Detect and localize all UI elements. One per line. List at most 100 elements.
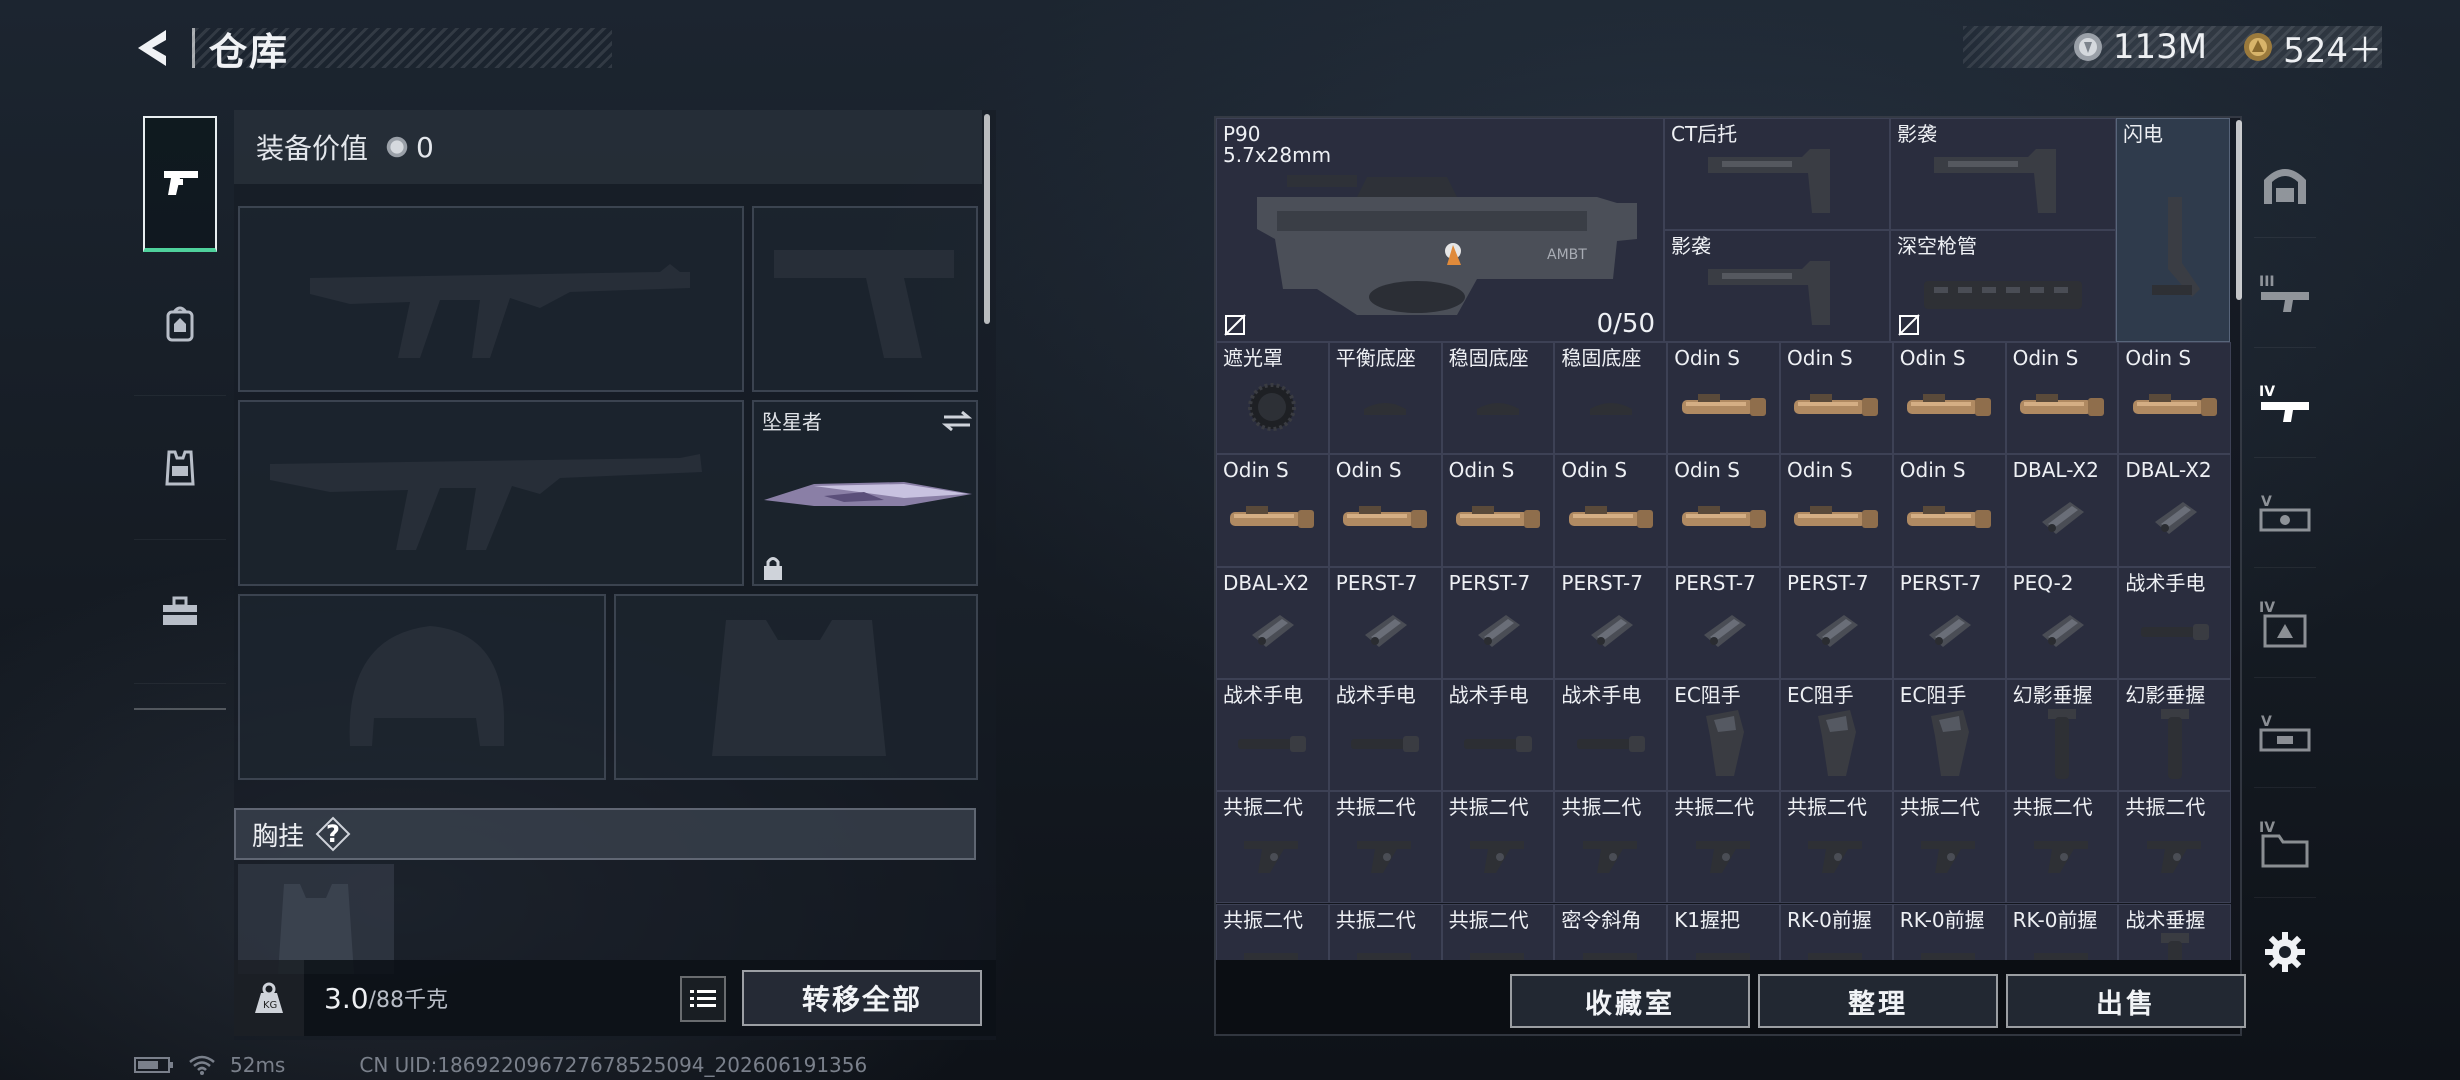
- attachment-item[interactable]: 共振二代: [1441, 791, 1555, 904]
- storage-scrollbar[interactable]: [2236, 120, 2242, 300]
- melee-slot[interactable]: 坠星者: [752, 400, 978, 586]
- attachment-item[interactable]: DBAL-X2: [2118, 454, 2232, 567]
- attachment-item[interactable]: 稳固底座: [1554, 342, 1668, 455]
- attachment-item[interactable]: 闪电: [2116, 118, 2230, 342]
- attachment-item[interactable]: 影袭: [1890, 118, 2116, 230]
- weight-bar: KG 3.0 /88千克 转移全部: [234, 960, 996, 1036]
- odin-light-icon: [1907, 393, 1992, 416]
- transfer-all-button[interactable]: 转移全部: [742, 970, 982, 1026]
- attachment-item[interactable]: 幻影垂握: [2118, 678, 2232, 792]
- filter-folder-tier-4[interactable]: IV: [2254, 788, 2316, 898]
- secondary-weapon-slot[interactable]: [752, 206, 978, 392]
- vest-icon: [165, 450, 195, 485]
- weapon-item-p90[interactable]: P90 5.7x28mm AMBT 0/50: [1216, 118, 1664, 342]
- attachment-item[interactable]: RK-0前握: [1780, 903, 1893, 960]
- storage-grid: P90 5.7x28mm AMBT 0/50 CT后托 影袭 闪电 影袭 深空枪管 遮光…: [1216, 118, 2232, 960]
- attachment-item[interactable]: 共振二代: [1554, 791, 1668, 904]
- attachment-item[interactable]: PERST-7: [1780, 566, 1893, 679]
- attachment-item[interactable]: 遮光罩: [1216, 342, 1329, 455]
- attachment-item[interactable]: PERST-7: [1441, 566, 1555, 679]
- attachment-item[interactable]: 平衡底座: [1328, 342, 1442, 455]
- category-vest[interactable]: [134, 396, 226, 540]
- attachment-item[interactable]: 共振二代: [2118, 791, 2232, 904]
- attachment-item[interactable]: 幻影垂握: [2005, 678, 2119, 792]
- angled-grip-icon: [1808, 953, 1863, 960]
- category-weapons[interactable]: [143, 116, 217, 252]
- attachment-item[interactable]: 战术手电: [1216, 678, 1329, 792]
- attachment-item[interactable]: Odin S: [1667, 342, 1780, 455]
- chest-rig-slot[interactable]: [238, 864, 394, 974]
- attachment-item[interactable]: EC阻手: [1667, 678, 1780, 792]
- item-name: 影袭: [1671, 234, 1711, 258]
- attachment-item[interactable]: 共振二代: [1216, 903, 1329, 960]
- category-toolbox[interactable]: [134, 540, 226, 684]
- filter-armor-tier-4[interactable]: IV: [2254, 568, 2316, 678]
- filter-weapon-tier-4[interactable]: IV: [2254, 348, 2316, 458]
- secondary-primary-slot[interactable]: [238, 400, 744, 586]
- attachment-item[interactable]: K1握把: [1667, 903, 1780, 960]
- armor-slot[interactable]: [614, 594, 978, 780]
- attachment-item[interactable]: 共振二代: [1780, 791, 1893, 904]
- attachment-item[interactable]: EC阻手: [1780, 678, 1893, 792]
- attachment-item[interactable]: Odin S: [1216, 454, 1329, 567]
- item-name: PERST-7: [1674, 570, 1756, 595]
- attachment-item[interactable]: 共振二代: [1328, 903, 1442, 960]
- attachment-item[interactable]: 稳固底座: [1441, 342, 1555, 455]
- attachment-item[interactable]: Odin S: [1892, 342, 2006, 455]
- attachment-item[interactable]: 深空枪管: [1890, 230, 2116, 342]
- attachment-item[interactable]: 影袭: [1664, 230, 1890, 342]
- attachment-item[interactable]: Odin S: [2005, 342, 2119, 455]
- attachment-item[interactable]: Odin S: [1554, 454, 1668, 567]
- attachment-item[interactable]: 密令斜角: [1554, 903, 1668, 960]
- attachment-item[interactable]: 战术手电: [2118, 566, 2232, 679]
- attachment-item[interactable]: Odin S: [1441, 454, 1555, 567]
- list-view-button[interactable]: [680, 976, 726, 1022]
- help-icon[interactable]: ?: [314, 815, 352, 853]
- helmet-slot[interactable]: [238, 594, 606, 780]
- attachment-item[interactable]: 共振二代: [1328, 791, 1442, 904]
- collection-button[interactable]: 收藏室: [1510, 974, 1750, 1028]
- attachment-item[interactable]: DBAL-X2: [2005, 454, 2119, 567]
- gold-amount: 524＋: [2283, 30, 2382, 71]
- attachment-item[interactable]: PERST-7: [1328, 566, 1442, 679]
- attachment-item[interactable]: PERST-7: [1667, 566, 1780, 679]
- primary-weapon-slot[interactable]: [238, 206, 744, 392]
- back-button[interactable]: [130, 24, 178, 72]
- attachment-item[interactable]: Odin S: [2118, 342, 2232, 455]
- organize-button[interactable]: 整理: [1758, 974, 1998, 1028]
- laser-module-icon: [1703, 614, 1746, 647]
- attachment-item[interactable]: 战术手电: [1441, 678, 1555, 792]
- attachment-item[interactable]: 共振二代: [1441, 903, 1555, 960]
- attachment-item[interactable]: Odin S: [1892, 454, 2006, 567]
- attachment-item[interactable]: Odin S: [1328, 454, 1442, 567]
- attachment-item[interactable]: 战术手电: [1328, 678, 1442, 792]
- attachment-item[interactable]: 共振二代: [2005, 791, 2119, 904]
- settings-button[interactable]: [2254, 920, 2316, 984]
- attachment-item[interactable]: 战术手电: [1554, 678, 1668, 792]
- attachment-item[interactable]: 共振二代: [1892, 791, 2006, 904]
- attachment-item[interactable]: 共振二代: [1667, 791, 1780, 904]
- sell-button[interactable]: 出售: [2006, 974, 2246, 1028]
- attachment-item[interactable]: PERST-7: [1554, 566, 1668, 679]
- angled-grip-icon: [1695, 953, 1750, 960]
- filter-attachment-tier-5[interactable]: V: [2254, 458, 2316, 568]
- attachment-item[interactable]: RK-0前握: [1892, 903, 2006, 960]
- attachment-item[interactable]: DBAL-X2: [1216, 566, 1329, 679]
- attachment-item[interactable]: RK-0前握: [2005, 903, 2119, 960]
- category-backpack[interactable]: [134, 252, 226, 396]
- angled-grip-icon: [1357, 841, 1412, 874]
- filter-helmet-shelf[interactable]: [2254, 128, 2316, 238]
- attachment-item[interactable]: 战术垂握: [2118, 903, 2232, 960]
- attachment-item[interactable]: Odin S: [1667, 454, 1780, 567]
- odin-light-icon: [1681, 393, 1766, 416]
- attachment-item[interactable]: PEQ-2: [2005, 566, 2119, 679]
- filter-attachment-tier-5b[interactable]: V: [2254, 678, 2316, 788]
- filter-weapon-tier-3[interactable]: III: [2254, 238, 2316, 348]
- attachment-item[interactable]: CT后托: [1664, 118, 1890, 230]
- attachment-item[interactable]: 共振二代: [1216, 791, 1329, 904]
- attachment-item[interactable]: EC阻手: [1892, 678, 2006, 792]
- attachment-item[interactable]: Odin S: [1780, 454, 1893, 567]
- loadout-scrollbar[interactable]: [984, 114, 990, 324]
- attachment-item[interactable]: Odin S: [1780, 342, 1893, 455]
- attachment-item[interactable]: PERST-7: [1892, 566, 2006, 679]
